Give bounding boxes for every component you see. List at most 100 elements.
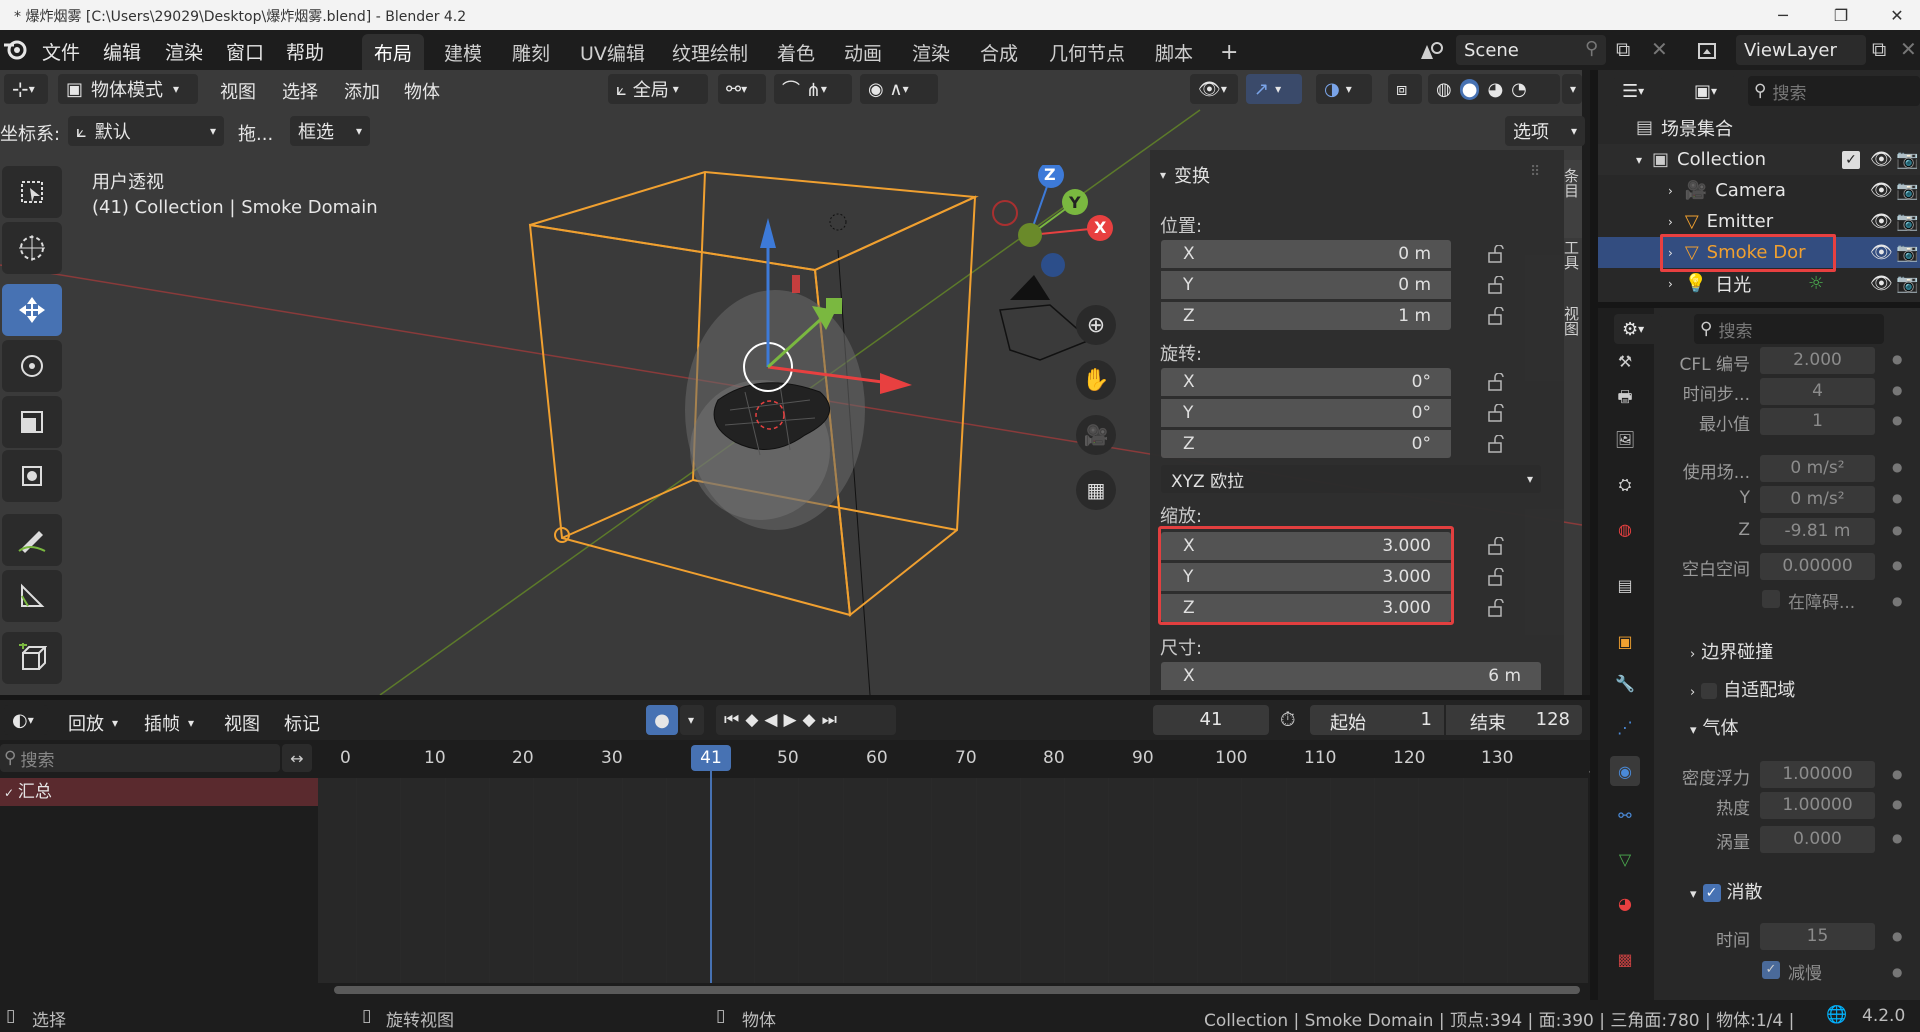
add-workspace-icon[interactable]: + <box>1208 34 1250 70</box>
view-layer-icon[interactable] <box>1690 36 1730 66</box>
annotate-tool-icon[interactable] <box>2 514 62 566</box>
new-scene-icon[interactable]: ⧉ <box>1616 37 1630 61</box>
animate-dot[interactable]: ● <box>1892 352 1902 366</box>
rotation-y-field[interactable]: Y 0° <box>1161 399 1451 427</box>
animate-dot[interactable]: ● <box>1892 383 1902 397</box>
prev-keyframe-icon[interactable]: ◆ <box>745 710 764 730</box>
expand-icon[interactable]: › <box>1668 184 1673 198</box>
scale-x-field[interactable]: X 3.000 <box>1161 532 1451 560</box>
play-icon[interactable]: ▶ <box>783 710 802 730</box>
scene-icon[interactable] <box>1412 36 1452 66</box>
transform-orientation-dropdown[interactable]: ⟀ 全局 ▾ <box>608 74 708 104</box>
gravity-z-field[interactable]: -9.81 m <box>1760 518 1875 545</box>
rotation-z-field[interactable]: Z 0° <box>1161 430 1451 458</box>
menu-help[interactable]: 帮助 <box>286 38 324 65</box>
scene-collection-row[interactable]: ▤ 场景集合 <box>1598 112 1920 143</box>
wireframe-shading-icon[interactable]: ◍ <box>1436 79 1452 100</box>
tool-tab-icon[interactable]: ⚒ <box>1610 346 1640 376</box>
modifier-tab-icon[interactable]: 🔧 <box>1610 668 1640 698</box>
scene-tab-icon[interactable]: ⛭ <box>1610 470 1640 500</box>
view-layer-selector[interactable]: ViewLayer <box>1736 35 1866 65</box>
adaptive-domain-section[interactable]: › 自适配域 <box>1690 676 1795 702</box>
lock-rotation-x-icon[interactable] <box>1487 373 1509 391</box>
coordinate-system-dropdown[interactable]: ⟀ 默认 ▾ <box>68 116 224 146</box>
collection-render-icon[interactable]: 📷 <box>1896 149 1918 170</box>
constraints-tab-icon[interactable]: ⚯ <box>1610 800 1640 830</box>
collection-tab-icon[interactable]: ▤ <box>1610 570 1640 600</box>
properties-search-input[interactable]: ⚲ 搜索 <box>1694 314 1884 344</box>
material-shading-icon[interactable]: ◕ <box>1487 79 1503 100</box>
lock-scale-x-icon[interactable] <box>1487 537 1509 555</box>
cursor-tool-icon[interactable] <box>2 222 62 274</box>
particles-tab-icon[interactable]: ⋰ <box>1610 712 1640 742</box>
zoom-icon[interactable]: ⊕ <box>1076 305 1116 345</box>
emitter-render-icon[interactable]: 📷 <box>1896 211 1918 232</box>
render-tab-icon[interactable]: 🖶 <box>1610 384 1640 414</box>
tab-sculpting[interactable]: 雕刻 <box>500 34 562 70</box>
timeline-search-input[interactable]: ⚲ 搜索 <box>0 744 280 772</box>
gravity-x-field[interactable]: 0 m/s² <box>1760 455 1875 482</box>
blender-logo-icon[interactable] <box>2 36 28 67</box>
animate-dot[interactable]: ● <box>1892 558 1902 572</box>
tab-geometry-nodes[interactable]: 几何节点 <box>1037 34 1137 70</box>
timeline-menu-marker[interactable]: 标记 <box>284 710 320 736</box>
location-z-field[interactable]: Z 1 m <box>1161 302 1451 330</box>
pan-hand-icon[interactable]: ✋ <box>1076 360 1116 400</box>
menu-render[interactable]: 渲染 <box>165 38 203 65</box>
add-cube-tool-icon[interactable] <box>2 632 62 684</box>
select-mode-dropdown[interactable]: 框选 ▾ <box>290 116 370 146</box>
lock-location-z-icon[interactable] <box>1487 307 1509 325</box>
ortho-grid-icon[interactable]: ▦ <box>1076 470 1116 510</box>
editor-type-icon[interactable]: ⊹ ▾ <box>4 74 48 104</box>
area-divider[interactable] <box>1590 70 1598 1000</box>
keying-options-icon[interactable]: ▾ <box>680 705 704 735</box>
border-collision-section[interactable]: › 边界碰撞 <box>1690 638 1773 664</box>
transform-tool-icon[interactable] <box>2 450 62 502</box>
playhead-frame-label[interactable]: 41 <box>691 745 731 771</box>
texture-tab-icon[interactable]: ▩ <box>1610 944 1640 974</box>
summary-channel[interactable]: ✓ 汇总 <box>0 778 318 806</box>
animate-dot[interactable]: ● <box>1892 831 1902 845</box>
smoke-domain-eye-icon[interactable]: 👁 <box>1870 242 1893 263</box>
viewport-menu-add[interactable]: 添加 <box>344 78 380 104</box>
emitter-eye-icon[interactable]: 👁 <box>1870 211 1893 232</box>
density-buoyancy-field[interactable]: 1.00000 <box>1760 761 1875 788</box>
lock-location-x-icon[interactable] <box>1487 245 1509 263</box>
rendered-shading-icon[interactable]: ◔ <box>1511 79 1527 100</box>
animate-dot[interactable]: ● <box>1892 523 1902 537</box>
pivot-point-icon[interactable]: ⚯ ▾ <box>718 74 766 104</box>
slow-checkbox[interactable]: ✓ <box>1762 961 1780 979</box>
object-tab-icon[interactable]: ▣ <box>1610 626 1640 656</box>
menu-edit[interactable]: 编辑 <box>103 38 141 65</box>
close-button[interactable]: ✕ <box>1874 0 1920 30</box>
visibility-icon[interactable]: 👁 ▾ <box>1190 74 1238 104</box>
area-divider[interactable] <box>1598 302 1920 308</box>
sun-render-icon[interactable]: 📷 <box>1896 273 1918 294</box>
jump-start-icon[interactable]: ⏮ <box>724 710 745 730</box>
pin-icon[interactable]: ⚲ <box>1585 38 1598 59</box>
empty-space-field[interactable]: 0.00000 <box>1760 553 1875 580</box>
gas-section[interactable]: ▾ 气体 <box>1690 714 1739 740</box>
scale-tool-icon[interactable] <box>2 396 62 448</box>
xray-icon[interactable]: ⧈ <box>1388 74 1422 104</box>
expand-collection-icon[interactable]: ▾ <box>1636 153 1642 167</box>
outliner-item-camera[interactable]: › 🎥 Camera 👁 📷 <box>1598 175 1920 206</box>
overlays-icon[interactable]: ◑ ▾ <box>1316 74 1372 104</box>
rotate-tool-icon[interactable] <box>2 340 62 392</box>
material-tab-icon[interactable]: ◕ <box>1610 888 1640 918</box>
move-tool-icon[interactable] <box>2 284 62 336</box>
outliner-item-sun[interactable]: › 💡 日光 ☼ 👁 📷 <box>1598 268 1920 299</box>
minimize-button[interactable]: ─ <box>1760 0 1806 30</box>
camera-render-icon[interactable]: 📷 <box>1896 180 1918 201</box>
tab-scripting[interactable]: 脚本 <box>1143 34 1205 70</box>
collection-row[interactable]: ▾ ▣ Collection ✓ 👁 📷 <box>1598 144 1920 175</box>
cfl-field[interactable]: 2.000 <box>1760 347 1875 374</box>
properties-editor-type-icon[interactable]: ⚙ ▾ <box>1614 314 1662 344</box>
tab-modeling[interactable]: 建模 <box>432 34 494 70</box>
side-tab-view[interactable]: 视图 <box>1562 306 1582 336</box>
display-mode-icon[interactable]: ▣ ▾ <box>1686 76 1736 106</box>
play-reverse-icon[interactable]: ◀ <box>764 710 783 730</box>
drag-label[interactable]: 拖... <box>238 120 273 146</box>
proportional-edit-icon[interactable]: ◉ ∧ ▾ <box>860 74 938 104</box>
jump-end-icon[interactable]: ⏭ <box>822 710 843 730</box>
